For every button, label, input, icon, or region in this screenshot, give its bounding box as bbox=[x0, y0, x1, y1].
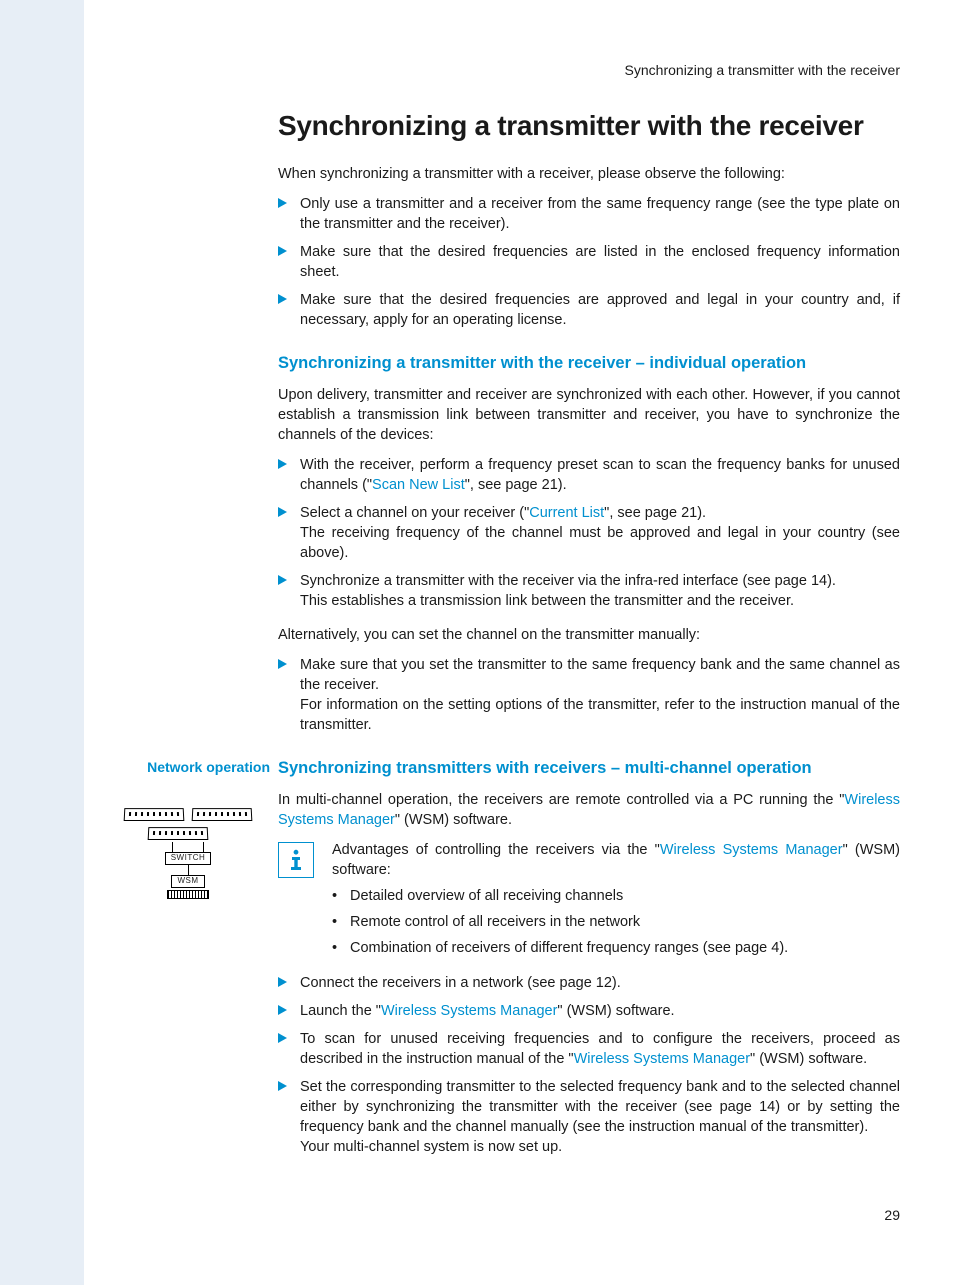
list-item: Set the corresponding transmitter to the… bbox=[278, 1077, 900, 1157]
network-diagram: SWITCH WSM bbox=[108, 808, 268, 899]
info-callout: Advantages of controlling the receivers … bbox=[278, 840, 900, 963]
heading-multi-channel: Synchronizing transmitters with receiver… bbox=[278, 759, 900, 778]
link-wsm-4[interactable]: Wireless Systems Manager bbox=[574, 1051, 750, 1067]
left-color-band bbox=[0, 0, 84, 1285]
text-continuation: For information on the setting options o… bbox=[300, 695, 900, 735]
advantages-list: Detailed overview of all receiving chann… bbox=[332, 886, 900, 959]
text-fragment: In multi-channel operation, the receiver… bbox=[278, 792, 844, 808]
text-fragment: Set the corresponding transmitter to the… bbox=[300, 1079, 900, 1135]
text-fragment: " (WSM) software. bbox=[557, 1003, 674, 1019]
list-item: Select a channel on your receiver ("Curr… bbox=[278, 503, 900, 563]
page-number: 29 bbox=[884, 1207, 900, 1223]
link-current-list[interactable]: Current List bbox=[529, 505, 604, 521]
text-fragment: Advantages of controlling the receivers … bbox=[332, 842, 660, 858]
page-title: Synchronizing a transmitter with the rec… bbox=[278, 110, 900, 142]
text-fragment: Connect the receivers in a network (see … bbox=[300, 975, 621, 991]
link-wsm-2[interactable]: Wireless Systems Manager bbox=[660, 842, 843, 858]
text-fragment: ", see page 21). bbox=[465, 477, 567, 493]
info-icon bbox=[278, 842, 314, 878]
list-item: Synchronize a transmitter with the recei… bbox=[278, 571, 900, 611]
intro-bullet-list: Only use a transmitter and a receiver fr… bbox=[278, 194, 900, 330]
link-scan-new-list[interactable]: Scan New List bbox=[372, 477, 465, 493]
multi-steps: Connect the receivers in a network (see … bbox=[278, 973, 900, 1157]
text-continuation: The receiving frequency of the channel m… bbox=[300, 523, 900, 563]
text-continuation: Your multi-channel system is now set up. bbox=[300, 1137, 900, 1157]
list-item: With the receiver, perform a frequency p… bbox=[278, 455, 900, 495]
text-continuation: This establishes a transmission link bet… bbox=[300, 591, 900, 611]
list-item: Only use a transmitter and a receiver fr… bbox=[278, 194, 900, 234]
alt-paragraph: Alternatively, you can set the channel o… bbox=[278, 625, 900, 645]
list-item: Connect the receivers in a network (see … bbox=[278, 973, 900, 993]
text-fragment: " (WSM) software. bbox=[750, 1051, 867, 1067]
text-fragment: Select a channel on your receiver (" bbox=[300, 505, 529, 521]
list-item: Combination of receivers of different fr… bbox=[332, 938, 900, 960]
individual-p1: Upon delivery, transmitter and receiver … bbox=[278, 385, 900, 445]
wsm-label: WSM bbox=[171, 875, 204, 888]
list-item: Launch the "Wireless Systems Manager" (W… bbox=[278, 1001, 900, 1021]
link-wsm-3[interactable]: Wireless Systems Manager bbox=[381, 1003, 557, 1019]
alt-steps: Make sure that you set the transmitter t… bbox=[278, 655, 900, 735]
heading-individual-operation: Synchronizing a transmitter with the rec… bbox=[278, 354, 900, 373]
list-item: To scan for unused receiving frequencies… bbox=[278, 1029, 900, 1069]
list-item: Remote control of all receivers in the n… bbox=[332, 912, 900, 934]
running-header: Synchronizing a transmitter with the rec… bbox=[625, 62, 900, 78]
individual-steps: With the receiver, perform a frequency p… bbox=[278, 455, 900, 611]
list-item: Make sure that the desired frequencies a… bbox=[278, 242, 900, 282]
text-fragment: Make sure that you set the transmitter t… bbox=[300, 657, 900, 693]
list-item: Detailed overview of all receiving chann… bbox=[332, 886, 900, 908]
multi-p1: In multi-channel operation, the receiver… bbox=[278, 790, 900, 830]
margin-label-network-operation: Network operation bbox=[130, 759, 270, 775]
intro-paragraph: When synchronizing a transmitter with a … bbox=[278, 164, 900, 184]
text-fragment: Launch the " bbox=[300, 1003, 381, 1019]
text-fragment: " (WSM) software. bbox=[395, 812, 512, 828]
text-fragment: ", see page 21). bbox=[604, 505, 706, 521]
switch-label: SWITCH bbox=[165, 852, 212, 865]
text-fragment: Synchronize a transmitter with the recei… bbox=[300, 573, 836, 589]
list-item: Make sure that you set the transmitter t… bbox=[278, 655, 900, 735]
list-item: Make sure that the desired frequencies a… bbox=[278, 290, 900, 330]
